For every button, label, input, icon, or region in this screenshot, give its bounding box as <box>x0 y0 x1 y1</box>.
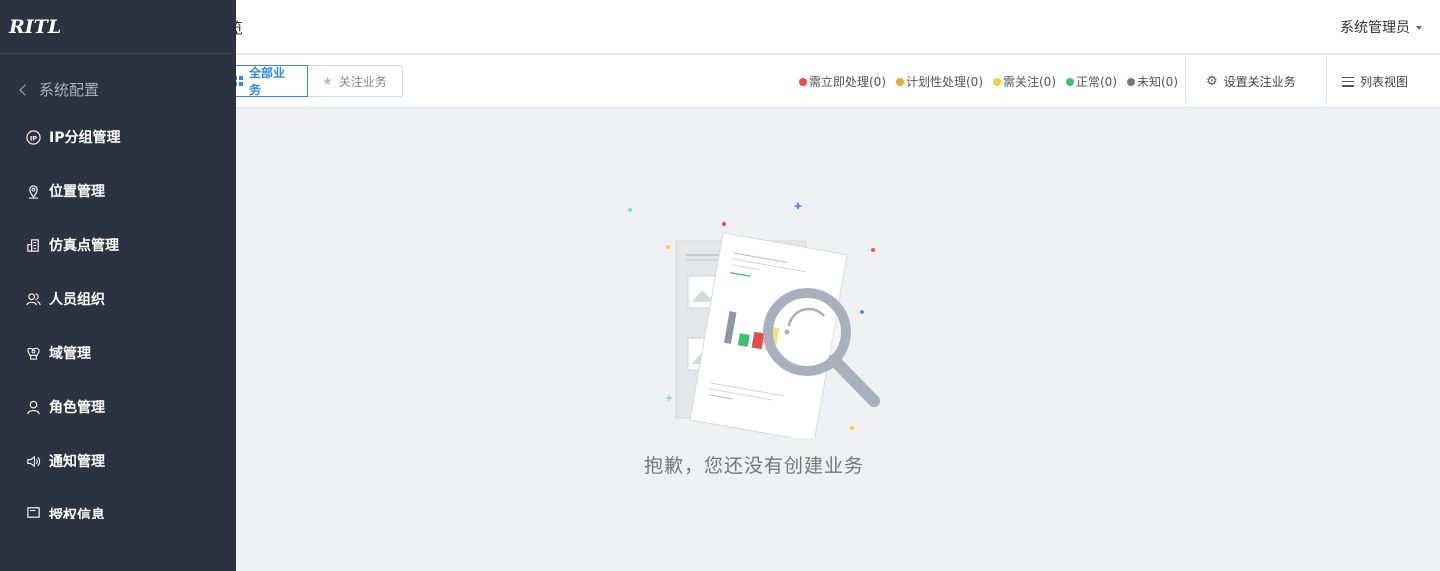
legend-label: 正常(0) <box>1076 75 1117 89</box>
legend-label: 需关注(0) <box>1003 75 1056 89</box>
sidebar-item-label: 仿真点管理 <box>49 238 119 254</box>
caret-down-icon <box>1416 26 1422 30</box>
legend-label: 未知(0) <box>1137 75 1178 89</box>
license-icon <box>26 505 41 519</box>
sidebar-item-label: 域管理 <box>49 346 91 362</box>
divider <box>1185 55 1186 108</box>
location-icon <box>26 184 41 199</box>
legend-label: 计划性处理(0) <box>906 75 983 89</box>
status-legend: 需立即处理(0) 计划性处理(0) 需关注(0) 正常(0) 未知(0) <box>799 73 1178 90</box>
legend-label: 需立即处理(0) <box>809 75 886 89</box>
sidebar-item-label: 通知管理 <box>49 454 105 470</box>
sidebar-item-people-org[interactable]: 人员组织 <box>26 289 105 309</box>
divider <box>1326 55 1327 108</box>
status-dot <box>799 77 807 86</box>
people-icon <box>26 292 41 307</box>
list-view-button[interactable]: 列表视图 <box>1342 73 1408 90</box>
legend-item-unknown[interactable]: 未知(0) <box>1127 73 1178 90</box>
svg-text:IP: IP <box>30 134 37 142</box>
list-icon <box>1342 76 1354 87</box>
legend-item-normal[interactable]: 正常(0) <box>1066 73 1117 90</box>
button-label: 列表视图 <box>1360 75 1409 89</box>
chevron-left-icon <box>19 83 31 96</box>
back-label: 系统配置 <box>39 81 100 99</box>
tab-label: 全部业务 <box>249 66 286 97</box>
logo-area: RITL <box>0 0 236 54</box>
building-icon <box>26 238 41 253</box>
status-dot <box>896 77 904 86</box>
user-menu[interactable]: 系统管理员 <box>1340 17 1422 37</box>
star-icon: ★ <box>322 74 333 88</box>
sidebar-item-label: 人员组织 <box>49 292 105 308</box>
user-name: 系统管理员 <box>1340 20 1410 36</box>
status-dot <box>1066 77 1074 86</box>
legend-item-planned[interactable]: 计划性处理(0) <box>896 73 983 90</box>
set-follow-button[interactable]: ⚙ 设置关注业务 <box>1206 73 1296 90</box>
sidebar-item-label: 角色管理 <box>49 400 105 416</box>
sidebar-item-role[interactable]: 角色管理 <box>26 397 105 417</box>
sidebar-item-label: IP分组管理 <box>49 130 121 146</box>
empty-state-message: 抱歉，您还没有创建业务 <box>643 455 864 477</box>
sidebar-item-ip-group[interactable]: IP IP分组管理 <box>26 127 120 147</box>
empty-document-search-icon <box>628 202 880 438</box>
status-dot <box>1127 77 1135 86</box>
domain-icon <box>26 346 41 361</box>
status-dot <box>993 77 1001 86</box>
tab-label: 关注业务 <box>338 74 387 89</box>
ip-icon: IP <box>26 129 41 145</box>
gear-icon: ⚙ <box>1206 74 1218 89</box>
empty-state: 抱歉，您还没有创建业务 <box>236 108 1440 571</box>
legend-item-urgent[interactable]: 需立即处理(0) <box>799 73 886 90</box>
button-label: 设置关注业务 <box>1223 75 1296 89</box>
legend-item-attention[interactable]: 需关注(0) <box>993 73 1056 90</box>
logo: RITL <box>9 15 62 38</box>
sidebar: RITL 系统配置 IP IP分组管理 位置管理 仿真点管理 人员组织 域管理 <box>0 0 236 571</box>
tab-followed-business[interactable]: ★ 关注业务 <box>307 65 403 97</box>
sidebar-item-label: 位置管理 <box>49 184 105 200</box>
sidebar-item-license[interactable]: 授权信息 <box>26 505 105 519</box>
sidebar-item-label: 授权信息 <box>49 508 105 519</box>
back-to-system-config[interactable]: 系统配置 <box>18 79 99 100</box>
user-icon <box>26 400 41 415</box>
speaker-icon <box>26 454 41 469</box>
sidebar-item-simulation-point[interactable]: 仿真点管理 <box>26 235 119 255</box>
sidebar-item-domain[interactable]: 域管理 <box>26 343 91 363</box>
sidebar-item-location[interactable]: 位置管理 <box>26 181 105 201</box>
sidebar-item-notification[interactable]: 通知管理 <box>26 451 105 471</box>
